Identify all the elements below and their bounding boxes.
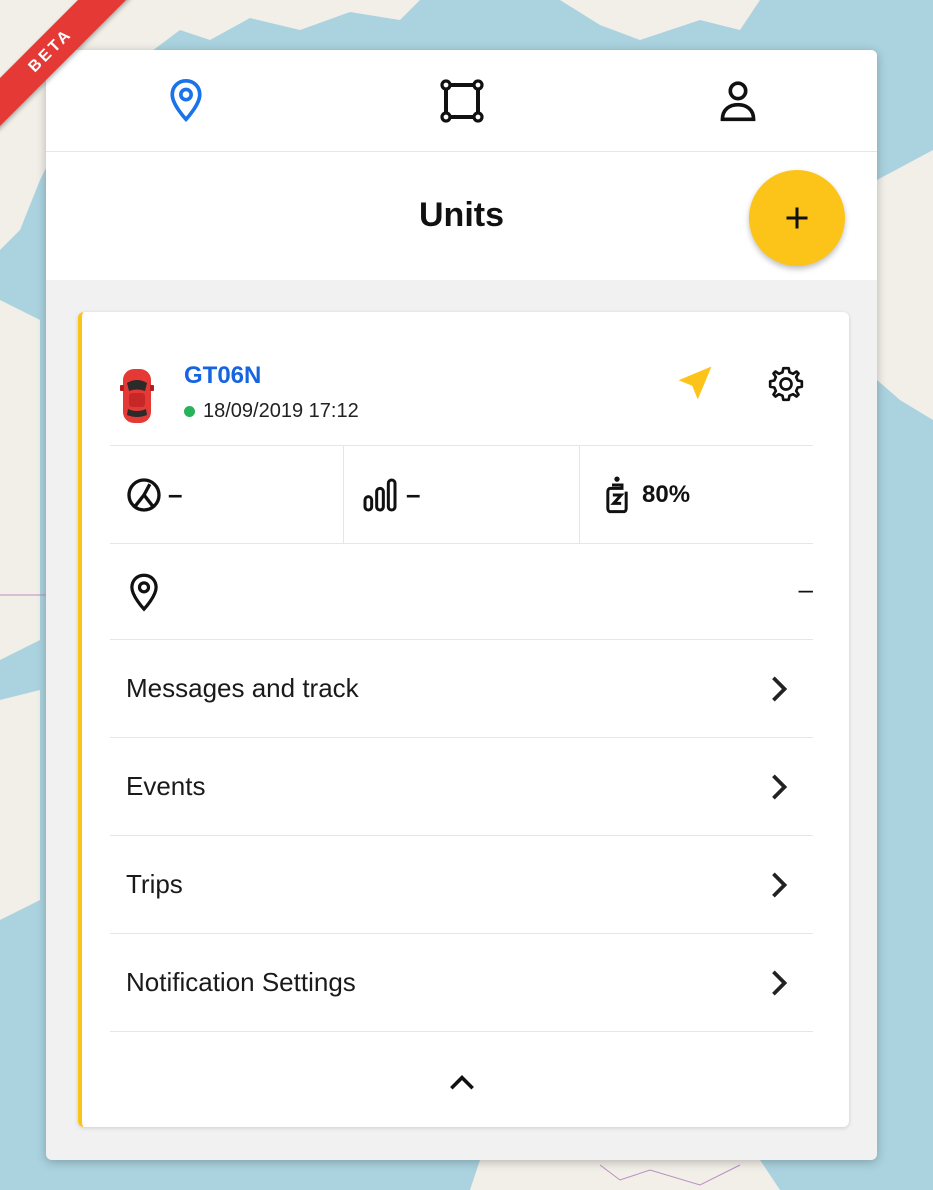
menu-item-messages-and-track[interactable]: Messages and track — [110, 640, 813, 737]
location-value: – — [798, 574, 813, 604]
chevron-right-icon — [772, 872, 788, 898]
tab-account[interactable] — [714, 77, 762, 125]
chevron-up-icon — [450, 1075, 474, 1090]
user-icon — [720, 81, 756, 122]
signal-bars-icon — [363, 478, 397, 511]
top-navigation — [46, 50, 877, 152]
speedometer-icon — [127, 477, 161, 512]
signal-stat: – — [360, 446, 420, 543]
location-pin-icon — [170, 78, 202, 123]
tab-units[interactable] — [162, 77, 210, 125]
location-row: – — [110, 544, 813, 640]
divider — [579, 446, 580, 543]
online-status-dot — [184, 406, 195, 417]
car-icon — [120, 367, 154, 430]
divider — [110, 1031, 813, 1032]
tab-geofences[interactable] — [438, 77, 486, 125]
unit-card-header: GT06N 18/09/2019 17:12 — [82, 312, 845, 445]
plus-icon — [786, 207, 808, 229]
menu-item-label: Events — [126, 771, 206, 801]
add-unit-button[interactable] — [749, 170, 845, 266]
navigation-arrow-icon — [678, 366, 712, 400]
unit-status: 18/09/2019 17:12 — [184, 400, 359, 423]
location-pin-icon — [130, 573, 158, 612]
gear-icon — [768, 366, 804, 402]
speed-value: – — [168, 479, 183, 509]
menu-item-trips[interactable]: Trips — [110, 836, 813, 933]
panel-header: Units — [46, 152, 877, 280]
menu-item-notification-settings[interactable]: Notification Settings — [110, 934, 813, 1031]
square-shape-icon — [440, 79, 484, 123]
last-update-time: 18/09/2019 17:12 — [203, 400, 359, 422]
collapse-card-button[interactable] — [442, 1067, 482, 1097]
chevron-right-icon — [772, 676, 788, 702]
signal-value: – — [406, 479, 421, 509]
divider — [343, 446, 344, 543]
menu-item-label: Trips — [126, 869, 183, 899]
unit-settings-button[interactable] — [764, 362, 808, 406]
battery-value: 80% — [642, 480, 691, 508]
menu-item-events[interactable]: Events — [110, 738, 813, 835]
unit-name-link[interactable]: GT06N — [184, 362, 261, 390]
unit-stats: – – 80% — [110, 446, 813, 543]
chevron-right-icon — [772, 970, 788, 996]
unit-card[interactable]: GT06N 18/09/2019 17:12 – – 80% – Message… — [78, 312, 849, 1127]
chevron-right-icon — [772, 774, 788, 800]
menu-item-label: Messages and track — [126, 673, 359, 703]
menu-item-label: Notification Settings — [126, 967, 356, 997]
battery-stat: 80% — [600, 446, 690, 543]
locate-unit-button[interactable] — [672, 360, 718, 406]
battery-charge-icon — [606, 476, 628, 513]
speed-stat: – — [124, 446, 182, 543]
units-panel: Units GT06N 18/09/2019 17:12 – – 80% – M… — [46, 50, 877, 1160]
